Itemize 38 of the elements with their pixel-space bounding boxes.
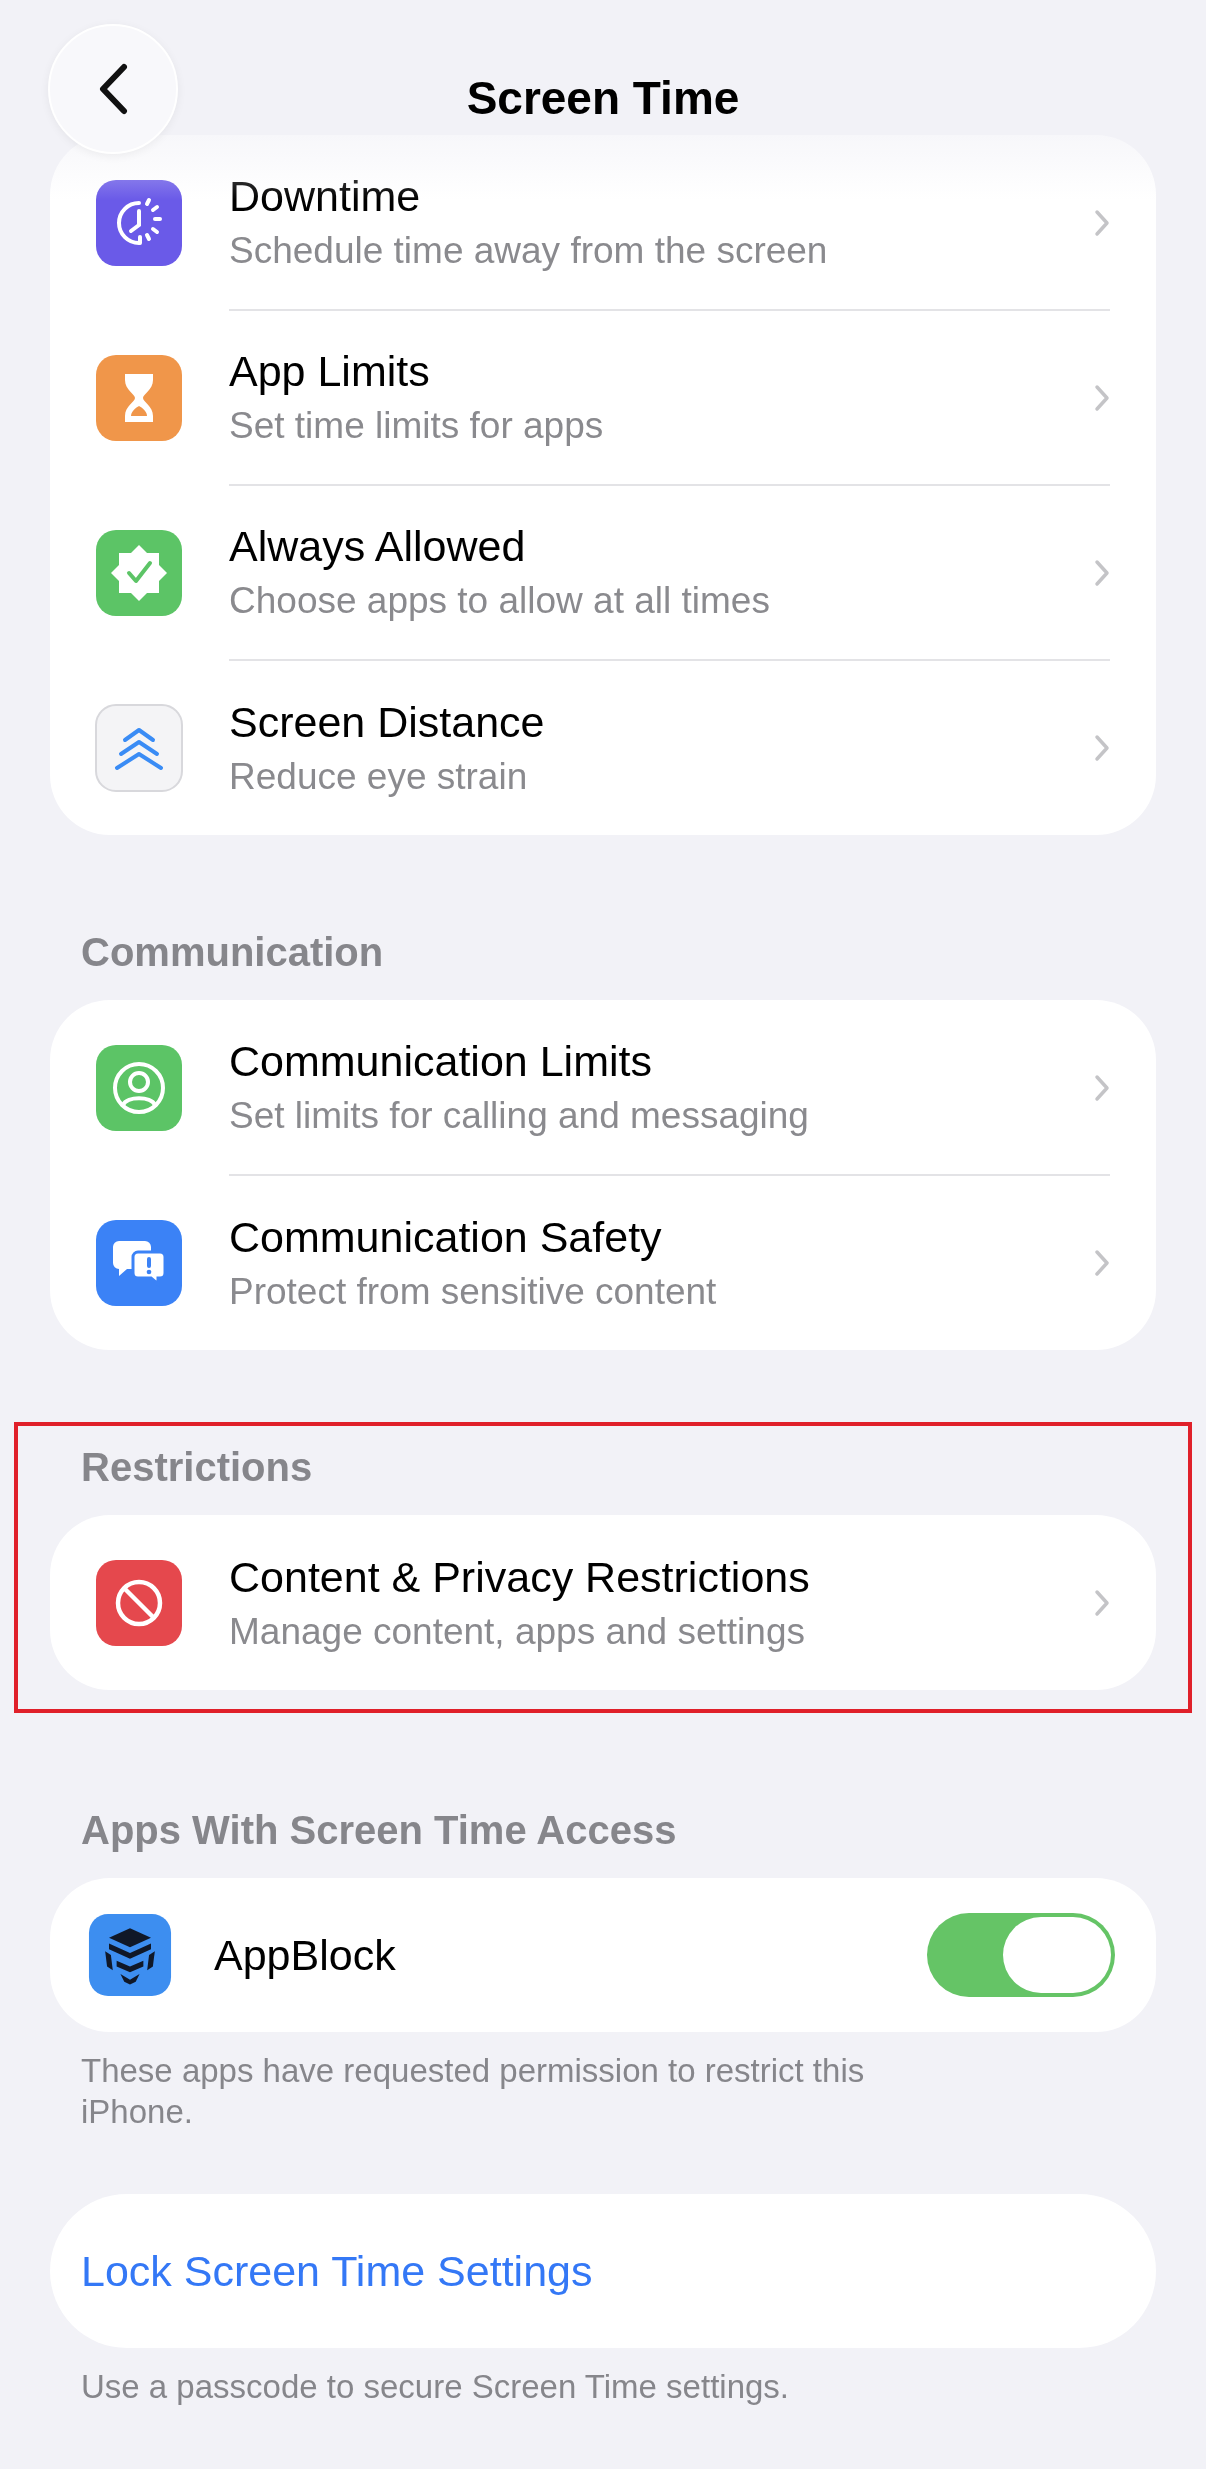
row-title[interactable]: Downtime <box>229 170 1110 221</box>
prohibited-icon <box>95 1558 183 1647</box>
row-title[interactable]: Always Allowed <box>229 520 1110 571</box>
person-icon <box>95 1043 183 1132</box>
footer-note: Use a passcode to secure Screen Time settings. <box>81 2367 791 2407</box>
row-title[interactable]: Communication Limits <box>229 1035 1110 1086</box>
chevron-right-icon <box>1094 209 1110 237</box>
screen-title: Screen Time <box>466 71 740 125</box>
chevrons-up-icon <box>95 703 183 792</box>
row-subtitle: Set limits for calling and messaging <box>229 1093 810 1138</box>
chevron-right-icon <box>1094 1589 1110 1617</box>
app-icon <box>88 1913 172 1997</box>
app-name: AppBlock <box>214 1930 397 1980</box>
row-subtitle: Schedule time away from the screen <box>229 228 829 273</box>
row-title[interactable]: Screen Distance <box>229 696 1110 747</box>
footer-note: These apps have requested permission to restrict this iPhone. <box>81 2051 866 2132</box>
row-title[interactable]: Communication Safety <box>229 1211 1110 1262</box>
chat-bubbles-icon <box>95 1218 183 1307</box>
chevron-right-icon <box>1094 734 1110 762</box>
chevron-right-icon <box>1094 384 1110 412</box>
back-icon <box>98 63 128 115</box>
badge-check-icon <box>95 528 183 617</box>
row-subtitle: Choose apps to allow at all times <box>229 578 771 623</box>
row-subtitle: Manage content, apps and settings <box>229 1609 806 1654</box>
section-header: Communication <box>81 929 385 976</box>
row-subtitle: Reduce eye strain <box>229 754 529 799</box>
section-header: Apps With Screen Time Access <box>81 1807 678 1854</box>
chevron-right-icon <box>1094 1074 1110 1102</box>
section-header: Restrictions <box>81 1444 314 1491</box>
hourglass-icon <box>95 353 183 442</box>
chevron-right-icon <box>1094 559 1110 587</box>
row-title[interactable]: App Limits <box>229 345 1110 396</box>
row-title[interactable]: Content & Privacy Restrictions <box>229 1551 1110 1602</box>
lock-settings-link[interactable]: Lock Screen Time Settings <box>81 2246 593 2296</box>
row-subtitle: Set time limits for apps <box>229 403 605 448</box>
row-subtitle: Protect from sensitive content <box>229 1269 718 1314</box>
clock-icon <box>95 178 183 267</box>
chevron-right-icon <box>1094 1249 1110 1277</box>
